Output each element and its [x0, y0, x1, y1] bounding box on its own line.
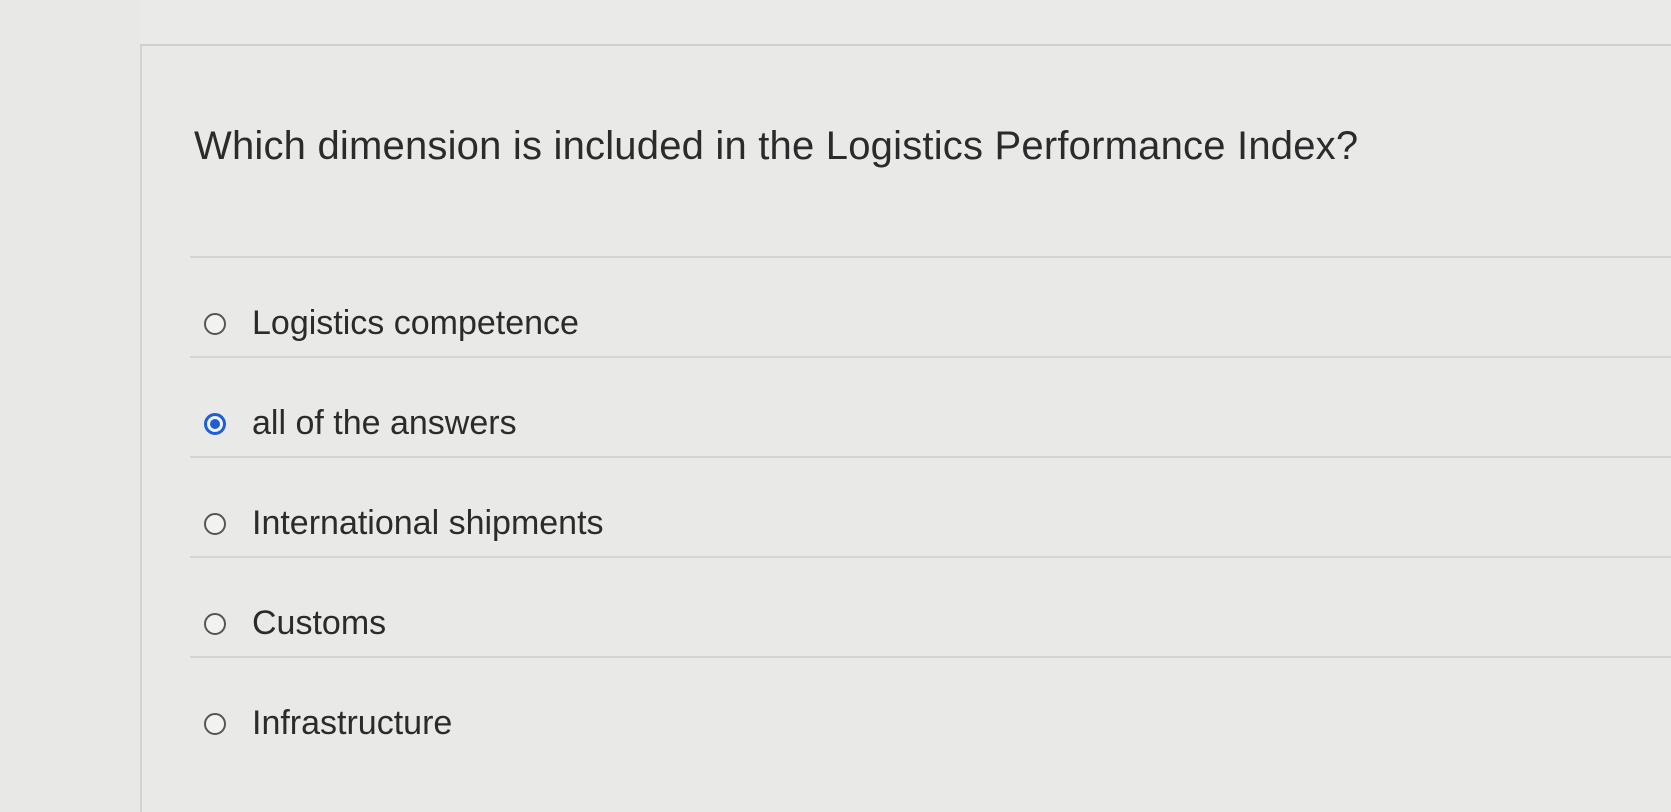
- radio-button[interactable]: [204, 713, 226, 735]
- answer-label[interactable]: International shipments: [252, 504, 604, 543]
- left-margin: [0, 0, 142, 812]
- question-text: Which dimension is included in the Logis…: [194, 124, 1359, 168]
- answer-label[interactable]: Infrastructure: [252, 704, 452, 743]
- quiz-panel: Which dimension is included in the Logis…: [142, 46, 1671, 812]
- answer-label[interactable]: Logistics competence: [252, 304, 579, 343]
- radio-button[interactable]: [204, 513, 226, 535]
- answer-list: Logistics competence all of the answers …: [190, 256, 1671, 756]
- answer-option-infrastructure[interactable]: Infrastructure: [190, 656, 1671, 756]
- radio-button-selected[interactable]: [204, 413, 226, 435]
- answer-label[interactable]: all of the answers: [252, 404, 517, 443]
- top-bar: [140, 0, 1671, 46]
- answer-option-logistics-competence[interactable]: Logistics competence: [190, 256, 1671, 356]
- answer-option-international-shipments[interactable]: International shipments: [190, 456, 1671, 556]
- answer-option-customs[interactable]: Customs: [190, 556, 1671, 656]
- radio-button[interactable]: [204, 313, 226, 335]
- answer-label[interactable]: Customs: [252, 604, 386, 643]
- radio-button[interactable]: [204, 613, 226, 635]
- answer-option-all-of-the-answers[interactable]: all of the answers: [190, 356, 1671, 456]
